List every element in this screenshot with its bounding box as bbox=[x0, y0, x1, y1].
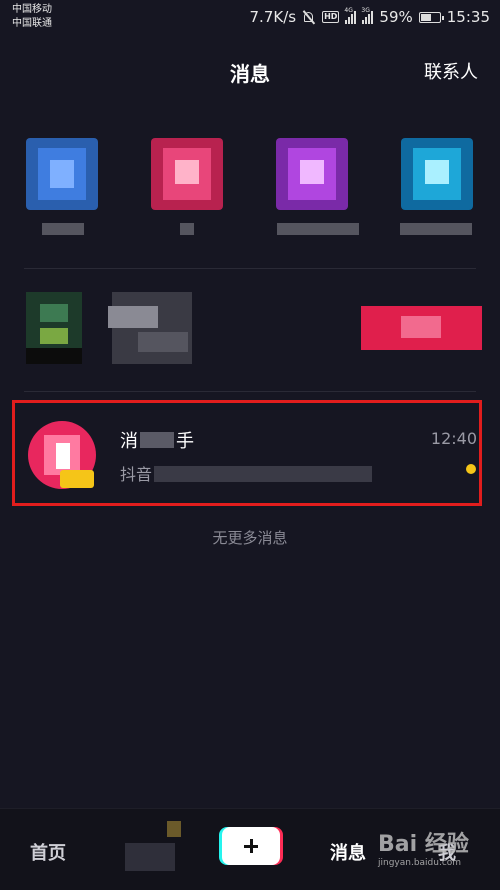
follow-button[interactable] bbox=[361, 306, 482, 350]
watermark-site: jingyan.baidu.com bbox=[378, 858, 462, 868]
signal-icon: 4G bbox=[344, 7, 357, 24]
recommend-text bbox=[98, 292, 196, 364]
message-preview: 抖音 bbox=[120, 461, 373, 485]
shortcut-item-4[interactable] bbox=[401, 138, 473, 210]
shortcut-label-2 bbox=[180, 223, 194, 235]
status-bar: 中国移动 中国联通 7.7K/s HD 4G 3G 59% 15:35 bbox=[0, 0, 500, 34]
divider bbox=[24, 268, 476, 269]
sender-name-redacted bbox=[140, 432, 174, 448]
no-more-messages: 无更多消息 bbox=[212, 529, 288, 547]
hd-icon: HD bbox=[322, 11, 340, 23]
header: 消息 联系人 bbox=[0, 34, 500, 108]
watermark: Bai 经验 jingyan.baidu.com bbox=[378, 826, 493, 868]
status-indicators: 7.7K/s HD 4G 3G 59% 15:35 bbox=[249, 7, 490, 27]
nav-messages[interactable]: 消息 bbox=[330, 839, 366, 865]
nav-home[interactable]: 首页 bbox=[30, 839, 66, 865]
message-sender: 消手 bbox=[120, 427, 194, 453]
mute-icon bbox=[302, 10, 316, 24]
nav-friends[interactable] bbox=[125, 821, 181, 877]
clock: 15:35 bbox=[446, 8, 490, 26]
shortcut-item-3[interactable] bbox=[276, 138, 348, 210]
battery-icon bbox=[418, 11, 444, 23]
contacts-button[interactable]: 联系人 bbox=[424, 58, 478, 84]
shortcut-label-1 bbox=[42, 223, 84, 235]
signal-icon-2: 3G bbox=[361, 7, 374, 24]
sender-name-part1: 消 bbox=[120, 431, 138, 452]
message-time: 12:40 bbox=[430, 429, 477, 448]
battery-fill bbox=[420, 13, 431, 21]
shortcut-item-1[interactable] bbox=[26, 138, 98, 210]
preview-text: 抖音 bbox=[120, 465, 153, 484]
shortcut-item-2[interactable] bbox=[151, 138, 223, 210]
recommend-thumbnail[interactable] bbox=[26, 292, 82, 364]
carrier-2: 中国联通 bbox=[12, 18, 52, 29]
network-type-1: 4G bbox=[344, 6, 353, 14]
sender-name-part2: 手 bbox=[176, 431, 194, 452]
unread-dot bbox=[466, 464, 476, 474]
network-type-2: 3G bbox=[361, 6, 370, 14]
battery-percent: 59% bbox=[379, 8, 413, 26]
carrier-info: 中国移动 中国联通 bbox=[12, 3, 52, 31]
shortcut-label-3 bbox=[277, 223, 359, 235]
preview-redacted bbox=[154, 466, 373, 482]
network-speed: 7.7K/s bbox=[249, 8, 297, 26]
divider-2 bbox=[24, 391, 476, 392]
avatar-badge bbox=[60, 470, 94, 488]
watermark-brand: Bai 经验 bbox=[378, 832, 469, 857]
shortcut-label-4 bbox=[400, 223, 472, 235]
carrier-1: 中国移动 bbox=[12, 4, 52, 15]
add-video-button[interactable] bbox=[222, 827, 280, 865]
